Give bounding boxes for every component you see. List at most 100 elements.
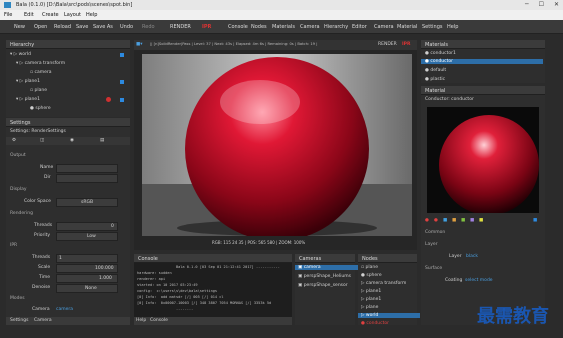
viewport-ipr-icon[interactable]: IPR	[402, 42, 410, 47]
section-output: Output	[10, 153, 26, 158]
name-input[interactable]	[56, 164, 118, 173]
save-button[interactable]: Save	[76, 24, 88, 30]
menu-create[interactable]: Create	[42, 12, 59, 18]
tab-console[interactable]: Console	[228, 24, 248, 30]
tab-camera-footer[interactable]: Camera	[34, 318, 52, 323]
ipr-threads-input[interactable]: 1	[56, 254, 118, 263]
list-item[interactable]: ● plastic	[425, 77, 445, 82]
scale-input[interactable]: 100.000	[56, 264, 118, 273]
folder-icon[interactable]: ◫	[40, 138, 44, 143]
visibility-icon[interactable]	[120, 98, 124, 102]
menu-layout[interactable]: Layout	[64, 12, 81, 18]
time-input[interactable]: 1.000	[56, 274, 118, 283]
tab-editor[interactable]: Editor	[352, 24, 367, 30]
console-header: Console	[134, 254, 292, 263]
list-item-selected[interactable]: ▣ camera	[295, 265, 358, 270]
visibility-icon[interactable]	[120, 80, 124, 84]
material-options-icon[interactable]: ■	[533, 218, 537, 223]
field-label: Scale	[38, 265, 51, 270]
tab-camera[interactable]: Camera	[300, 24, 320, 30]
list-item[interactable]: ▷ plane	[361, 305, 378, 310]
list-item[interactable]: ▣ perspShape_sensor	[298, 283, 348, 288]
list-item[interactable]: ▾ ▷ world	[10, 52, 31, 57]
settings-panel: Settings: RenderSettings ⚙ ◫ ◉ ▤ Output …	[6, 127, 130, 317]
ipr-icon[interactable]: IPR	[202, 24, 211, 30]
tab-help-footer[interactable]: Help	[136, 318, 146, 323]
open-button[interactable]: Open	[34, 24, 47, 30]
material-type-icon[interactable]: ■	[470, 218, 474, 223]
material-type-icon[interactable]: ■	[461, 218, 465, 223]
coating-link[interactable]: select mode	[465, 278, 493, 283]
list-item[interactable]: ▾ ▷ plane1	[16, 79, 40, 84]
section-modes: Modes	[10, 296, 25, 301]
tab-material[interactable]: Material	[397, 24, 417, 30]
list-item[interactable]: ▫ plane	[361, 265, 378, 270]
cameras-header: Cameras	[295, 254, 355, 263]
console-panel: Bala 0.1.0 [03 Sep 01 21:12:41 2017] ---…	[134, 263, 292, 317]
visibility-icon[interactable]	[120, 53, 124, 57]
list-item[interactable]: ● sphere	[361, 273, 382, 278]
material-type-icon[interactable]: ■	[479, 218, 483, 223]
menu-edit[interactable]: Edit	[24, 12, 34, 18]
priority-select[interactable]: Low	[56, 232, 118, 241]
material-header: Material	[421, 86, 545, 95]
camera-link[interactable]: camera	[56, 307, 73, 312]
save-as-button[interactable]: Save As	[93, 24, 113, 30]
material-type-icon[interactable]: ■	[443, 218, 447, 223]
viewport-render-button[interactable]: RENDER	[378, 42, 397, 47]
undo-button[interactable]: Undo	[120, 24, 133, 30]
tab-nodes[interactable]: Nodes	[251, 24, 267, 30]
section-layer: Layer	[425, 242, 438, 247]
console-line: hardware: sudden	[137, 271, 172, 275]
reload-button[interactable]: Reload	[54, 24, 71, 30]
console-line: started: on 10 2017 03:23:49	[137, 283, 198, 287]
denoise-select[interactable]: None	[56, 284, 118, 293]
list-item[interactable]: ▷ plane1	[361, 289, 381, 294]
settings-title: Settings	[10, 120, 31, 126]
section-display: Display	[10, 187, 27, 192]
material-type-icon[interactable]: ●	[425, 218, 429, 223]
gear-icon[interactable]: ⚙	[12, 138, 16, 143]
material-type-icon[interactable]: ●	[434, 218, 438, 223]
list-item[interactable]: ▷ plane1	[361, 297, 381, 302]
menu-help[interactable]: Help	[86, 12, 97, 18]
render-image	[142, 54, 412, 236]
redo-button[interactable]: Redo	[142, 24, 155, 30]
list-item[interactable]: ● conductor	[361, 321, 389, 326]
list-item[interactable]: ● default	[425, 68, 446, 73]
dir-input[interactable]	[56, 174, 118, 183]
tab-materials[interactable]: Materials	[272, 24, 295, 30]
list-item[interactable]: ▫ camera	[30, 70, 51, 75]
list-item[interactable]: ● sphere	[30, 106, 51, 111]
list-item-selected[interactable]: ▷ world	[358, 313, 420, 318]
list-item[interactable]: ● conductor1	[425, 51, 456, 56]
list-item-selected[interactable]: ● conductor	[421, 59, 543, 64]
maximize-icon[interactable]: ☐	[539, 1, 544, 8]
list-item[interactable]: ▫ plane	[30, 88, 47, 93]
list-item[interactable]: ▾ ▷ plane1	[16, 97, 40, 102]
color-space-select[interactable]: sRGB	[56, 198, 118, 207]
viewport-toolbar: ■▾ || [n]SolidRender|Pass | Level: 37 | …	[134, 40, 417, 50]
threads-input[interactable]: 0	[56, 222, 118, 231]
new-button[interactable]: New	[14, 24, 25, 30]
menu-file[interactable]: File	[4, 12, 12, 18]
tab-help[interactable]: Help	[447, 24, 458, 30]
tab-hierarchy[interactable]: Hierarchy	[324, 24, 348, 30]
globe-icon[interactable]: ◉	[70, 138, 74, 143]
tab-console-footer[interactable]: Console	[150, 318, 168, 323]
viewport-menu-icon[interactable]: ■▾	[136, 42, 143, 47]
nodes-panel: ▫ plane ● sphere ▷ camera transform ▷ pl…	[358, 263, 420, 326]
tab-settings[interactable]: Settings	[422, 24, 443, 30]
close-icon[interactable]: ✕	[554, 1, 559, 8]
layer-link[interactable]: black	[466, 254, 478, 259]
list-item[interactable]: ▣ perspShape_Heliums	[298, 274, 351, 279]
minimize-icon[interactable]: ─	[525, 1, 529, 8]
list-item[interactable]: ▾ ▷ camera transform	[16, 61, 65, 66]
tab-settings-footer[interactable]: Settings	[10, 318, 28, 323]
render-button[interactable]: RENDER	[170, 24, 191, 30]
image-icon[interactable]: ▤	[100, 138, 104, 143]
material-type-icon[interactable]: ■	[452, 218, 456, 223]
list-item[interactable]: ▷ camera transform	[361, 281, 406, 286]
section-rendering: Rendering	[10, 211, 33, 216]
tab-camera-2[interactable]: Camera	[374, 24, 394, 30]
